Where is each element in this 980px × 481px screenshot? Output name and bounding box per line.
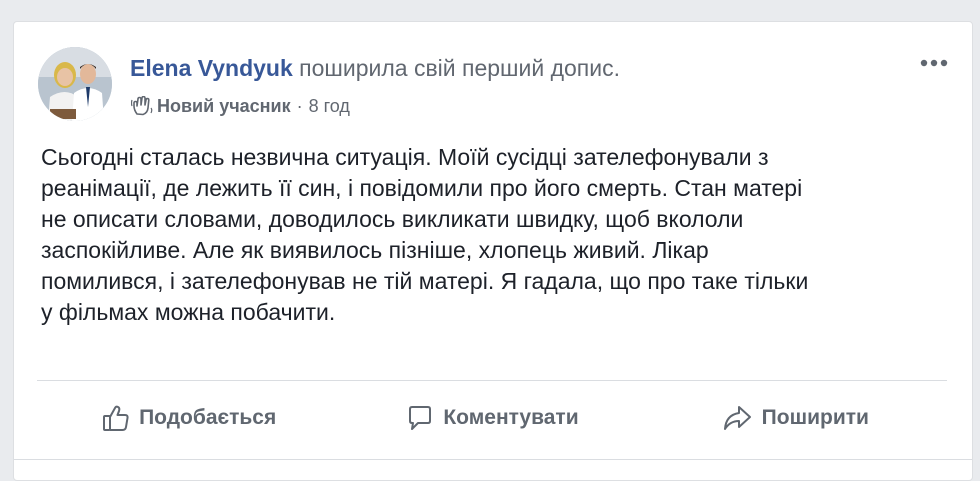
share-arrow-icon bbox=[723, 406, 751, 430]
post-timestamp[interactable]: 8 год bbox=[309, 94, 350, 118]
post-action-text: поширила свій перший допис. bbox=[299, 55, 620, 81]
actions-divider bbox=[37, 380, 947, 381]
share-button-label: Поширити bbox=[761, 406, 869, 429]
meta-separator: · bbox=[296, 96, 303, 116]
waving-hand-icon bbox=[131, 96, 153, 116]
post-card: Elena Vyndyuk поширила свій перший допис… bbox=[13, 21, 973, 481]
comment-icon bbox=[409, 406, 432, 430]
post-actions-bar: Подобається Коментувати Поширити bbox=[37, 388, 947, 448]
author-name[interactable]: Elena Vyndyuk bbox=[130, 55, 293, 81]
share-button[interactable]: Поширити bbox=[644, 388, 947, 448]
like-button[interactable]: Подобається bbox=[37, 388, 340, 448]
comment-button[interactable]: Коментувати bbox=[340, 388, 643, 448]
post-header: Elena Vyndyuk поширила свій перший допис… bbox=[130, 54, 620, 82]
new-member-badge[interactable]: Новий учасник bbox=[157, 94, 291, 118]
comments-section-divider bbox=[14, 459, 972, 460]
more-horizontal-icon bbox=[920, 59, 948, 67]
post-meta: Новий учасник · 8 год bbox=[131, 94, 350, 118]
avatar-photo bbox=[38, 47, 112, 121]
post-body-text: Сьогодні сталась незвична ситуація. Моїй… bbox=[41, 144, 809, 325]
post-options-button[interactable] bbox=[916, 50, 952, 76]
thumbs-up-icon bbox=[103, 405, 129, 431]
comment-button-label: Коментувати bbox=[443, 406, 579, 429]
like-button-label: Подобається bbox=[139, 406, 277, 429]
author-avatar[interactable] bbox=[38, 47, 112, 121]
